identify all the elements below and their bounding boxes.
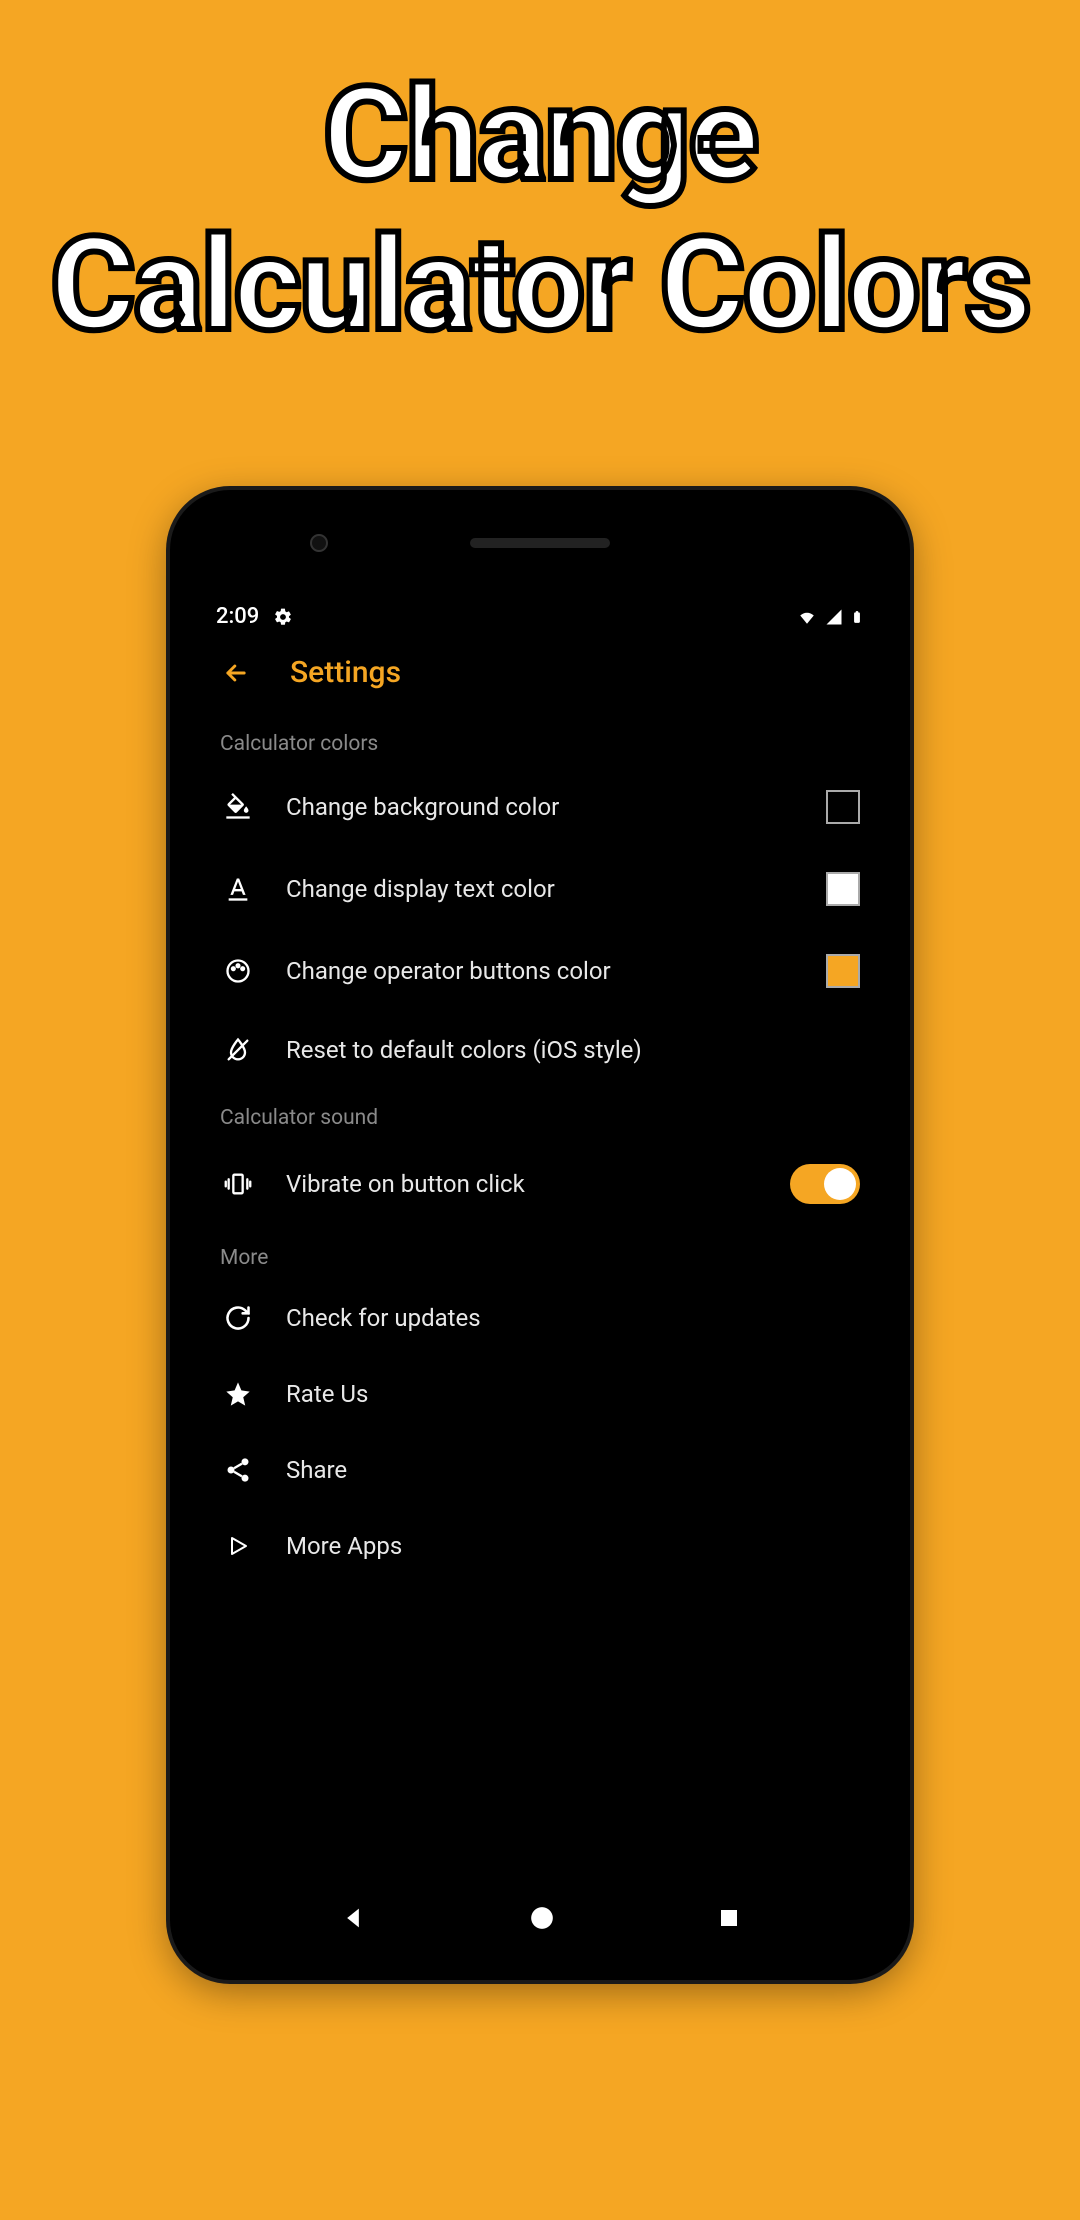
status-time: 2:09 <box>216 604 259 629</box>
gear-icon <box>273 607 293 627</box>
vibrate-icon <box>220 1170 256 1198</box>
text-color-icon <box>220 875 256 903</box>
row-check-updates[interactable]: Check for updates <box>216 1280 864 1356</box>
palette-icon <box>220 957 256 985</box>
row-label: Rate Us <box>286 1380 860 1408</box>
row-share[interactable]: Share <box>216 1432 864 1508</box>
row-label: Check for updates <box>286 1304 860 1332</box>
row-more-apps[interactable]: More Apps <box>216 1508 864 1584</box>
toggle-knob <box>824 1168 856 1200</box>
phone-frame: 2:09 Settings <box>170 490 910 1980</box>
row-rate-us[interactable]: Rate Us <box>216 1356 864 1432</box>
row-label: Change operator buttons color <box>286 957 796 985</box>
color-swatch-background[interactable] <box>826 790 860 824</box>
row-reset-colors[interactable]: Reset to default colors (iOS style) <box>216 1012 864 1088</box>
play-icon <box>220 1534 256 1558</box>
row-change-text-color[interactable]: Change display text color <box>216 848 864 930</box>
app-bar: Settings <box>198 635 882 714</box>
battery-icon <box>850 606 864 628</box>
row-label: Vibrate on button click <box>286 1170 760 1198</box>
reset-drop-icon <box>220 1036 256 1064</box>
color-swatch-text[interactable] <box>826 872 860 906</box>
phone-screen: 2:09 Settings <box>198 590 882 1952</box>
phone-camera <box>310 534 328 552</box>
row-label: Change background color <box>286 793 796 821</box>
row-change-background[interactable]: Change background color <box>216 766 864 848</box>
section-header-more: More <box>216 1228 864 1280</box>
update-icon <box>220 1304 256 1332</box>
wifi-icon <box>796 608 818 626</box>
star-icon <box>220 1380 256 1408</box>
color-swatch-operator[interactable] <box>826 954 860 988</box>
row-change-operator-color[interactable]: Change operator buttons color <box>216 930 864 1012</box>
row-vibrate[interactable]: Vibrate on button click <box>216 1140 864 1228</box>
back-arrow-icon[interactable] <box>222 659 250 687</box>
row-label: More Apps <box>286 1532 860 1560</box>
nav-home-icon[interactable] <box>529 1905 555 1931</box>
row-label: Reset to default colors (iOS style) <box>286 1036 860 1064</box>
status-bar: 2:09 <box>198 590 882 635</box>
nav-back-icon[interactable] <box>339 1904 367 1932</box>
share-icon <box>220 1456 256 1484</box>
android-nav-bar <box>198 1876 882 1952</box>
settings-content: Calculator colors Change background colo… <box>198 714 882 1876</box>
phone-speaker <box>470 538 610 548</box>
row-label: Share <box>286 1456 860 1484</box>
section-header-colors: Calculator colors <box>216 714 864 766</box>
marketing-headline: Change Calculator Colors <box>0 0 1080 359</box>
section-header-sound: Calculator sound <box>216 1088 864 1140</box>
page-title: Settings <box>290 655 401 690</box>
signal-icon <box>824 608 844 626</box>
headline-line1: Change <box>0 60 1080 210</box>
row-label: Change display text color <box>286 875 796 903</box>
nav-recent-icon[interactable] <box>717 1906 741 1930</box>
headline-line2: Calculator Colors <box>0 210 1080 360</box>
paint-bucket-icon <box>220 793 256 821</box>
vibrate-toggle[interactable] <box>790 1164 860 1204</box>
